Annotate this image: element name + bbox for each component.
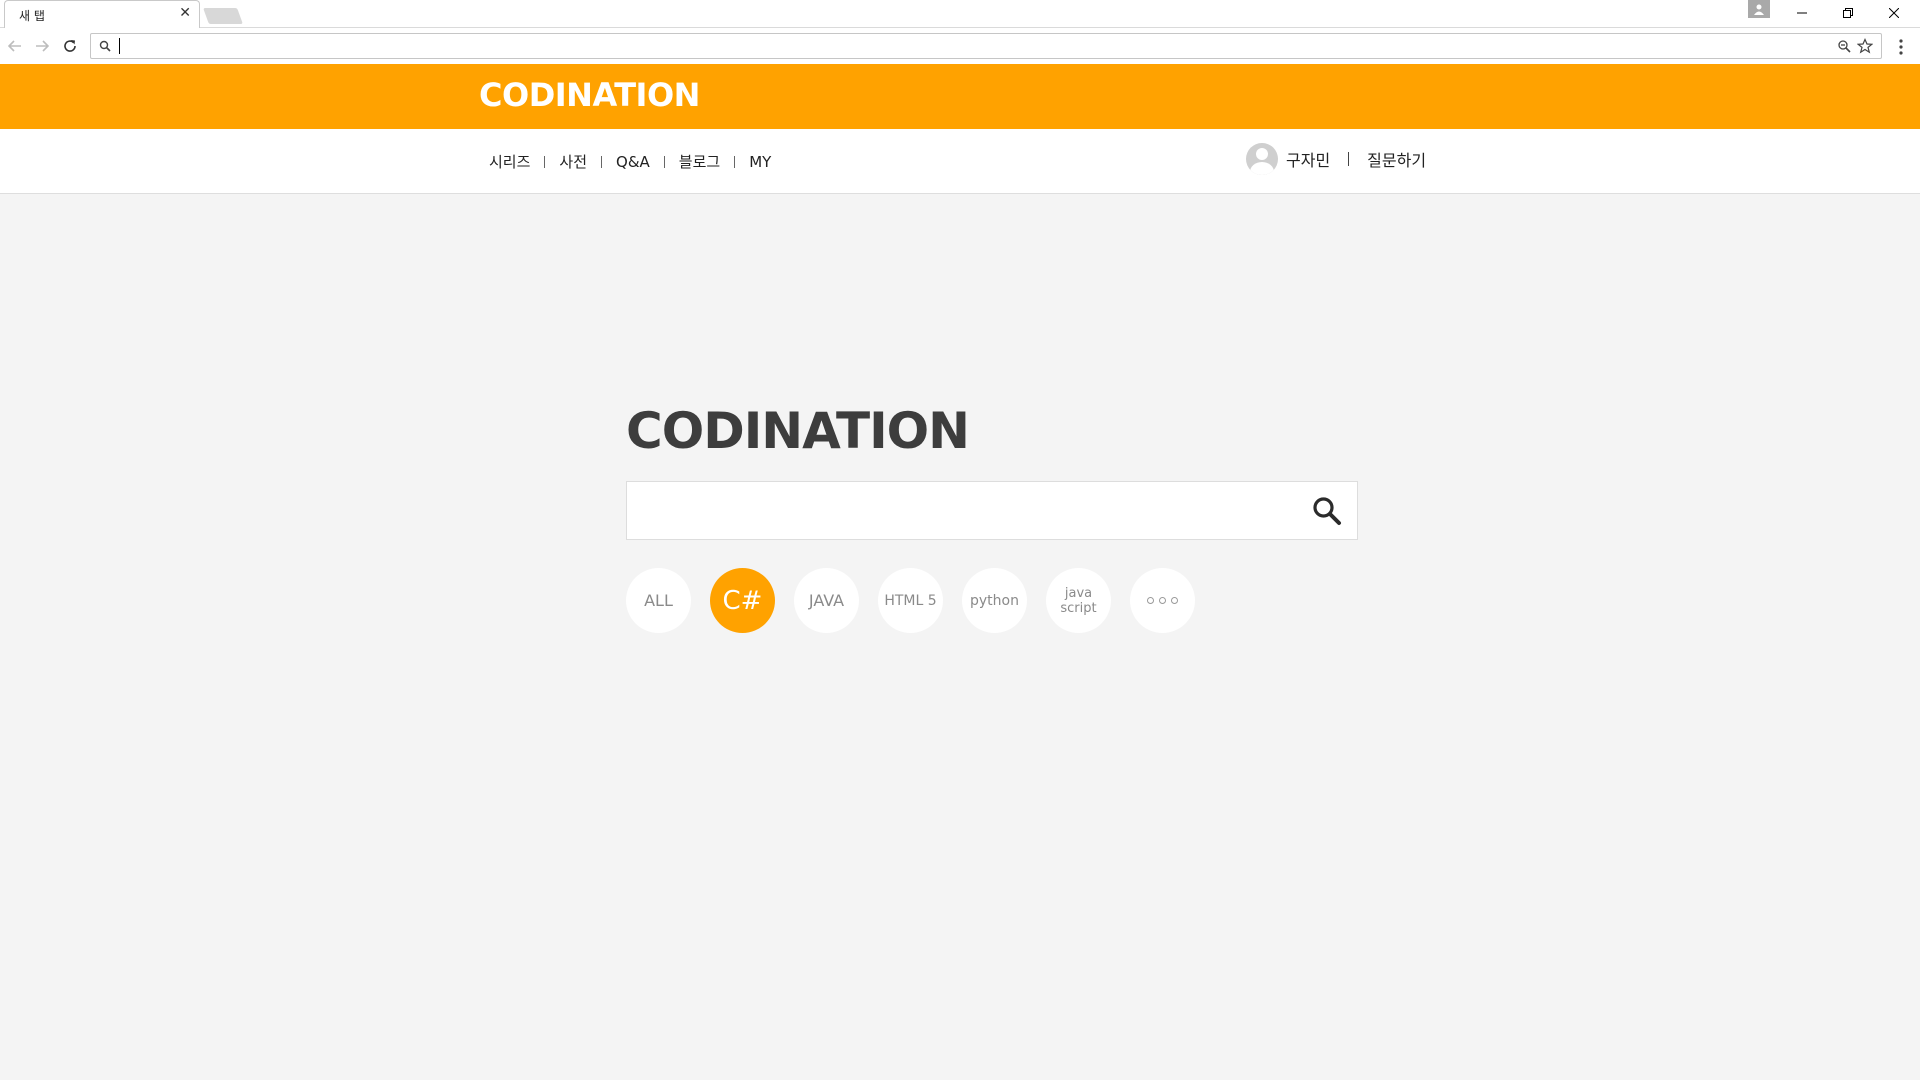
new-tab-button[interactable]: [203, 8, 243, 24]
category-csharp[interactable]: C#: [710, 568, 775, 633]
nav-bar: 시리즈 사전 Q&A 블로그 MY 구자민 질문하기: [0, 129, 1920, 194]
browser-toolbar: [0, 28, 1920, 64]
close-window-icon[interactable]: [1874, 2, 1914, 24]
restore-icon[interactable]: [1828, 2, 1868, 24]
nav-item-my[interactable]: MY: [749, 153, 771, 171]
site-logo[interactable]: CODINATION: [479, 76, 700, 114]
reload-icon[interactable]: [60, 36, 80, 56]
address-bar[interactable]: [90, 33, 1882, 59]
avatar[interactable]: [1246, 143, 1278, 175]
minimize-icon[interactable]: [1782, 2, 1822, 24]
category-python[interactable]: python: [962, 568, 1027, 633]
profile-icon[interactable]: [1748, 0, 1770, 18]
forward-arrow-icon[interactable]: [32, 36, 52, 56]
ask-question-link[interactable]: 질문하기: [1367, 147, 1426, 171]
nav-item-dictionary[interactable]: 사전: [559, 151, 587, 172]
back-arrow-icon[interactable]: [5, 36, 25, 56]
search-box: [626, 481, 1358, 540]
user-area: 구자민 질문하기: [1246, 143, 1426, 175]
text-caret: [119, 38, 120, 54]
tab-close-icon[interactable]: ✕: [179, 6, 191, 20]
user-name[interactable]: 구자민: [1286, 147, 1330, 171]
user-divider: [1348, 152, 1350, 166]
search-icon: [99, 40, 111, 52]
nav-item-blog[interactable]: 블로그: [679, 151, 720, 172]
nav-item-series[interactable]: 시리즈: [489, 151, 530, 172]
more-dots-icon: [1147, 597, 1178, 604]
browser-menu-icon[interactable]: [1894, 38, 1908, 56]
browser-tab[interactable]: 새 탭 ✕: [4, 0, 200, 29]
main-menu: 시리즈 사전 Q&A 블로그 MY: [489, 151, 771, 172]
zoom-icon[interactable]: [1837, 39, 1851, 53]
category-javascript[interactable]: java script: [1046, 568, 1111, 633]
category-html5[interactable]: HTML 5: [878, 568, 943, 633]
page-content: CODINATION 시리즈 사전 Q&A 블로그 MY 구자민 질문하기 CO…: [0, 64, 1920, 1080]
tab-title: 새 탭: [19, 9, 45, 23]
category-chips: ALL C# JAVA HTML 5 python java script: [626, 568, 1214, 633]
bookmark-star-icon[interactable]: [1857, 38, 1873, 54]
category-java[interactable]: JAVA: [794, 568, 859, 633]
nav-divider: [544, 155, 546, 168]
browser-titlebar: 새 탭 ✕: [0, 0, 1920, 29]
nav-item-qna[interactable]: Q&A: [616, 153, 650, 171]
category-all[interactable]: ALL: [626, 568, 691, 633]
site-header: CODINATION: [0, 64, 1920, 129]
nav-divider: [734, 155, 736, 168]
search-input[interactable]: [627, 482, 1287, 539]
nav-divider: [663, 155, 665, 168]
search-icon[interactable]: [1311, 495, 1343, 527]
nav-divider: [601, 155, 603, 168]
page-title: CODINATION: [626, 402, 970, 460]
category-more[interactable]: [1130, 568, 1195, 633]
